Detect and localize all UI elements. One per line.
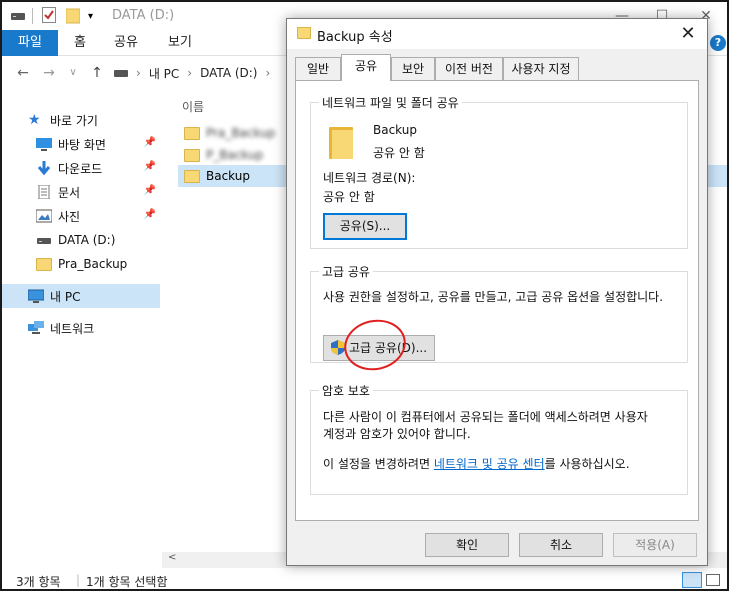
advanced-sharing-group-title: 고급 공유	[319, 263, 373, 280]
sidebar-item-pra-backup[interactable]: Pra_Backup	[2, 252, 160, 276]
document-icon	[36, 184, 52, 200]
tab-customize[interactable]: 사용자 지정	[503, 57, 579, 80]
folder-share-status: 공유 안 함	[373, 146, 425, 160]
tab-sharing[interactable]: 공유	[341, 54, 391, 81]
change-setting-text: 이 설정을 변경하려면 네트워크 및 공유 센터를 사용하십시오.	[323, 457, 630, 471]
file-name: Pra_Backup	[206, 126, 276, 140]
folder-icon	[36, 257, 52, 271]
customize-toolbar-icon[interactable]: ▾	[88, 7, 93, 25]
password-description-line2: 계정과 암호가 있어야 합니다.	[323, 427, 471, 441]
folder-icon	[184, 148, 200, 162]
file-name: Backup	[206, 169, 250, 183]
navigation-pane: ★ 바로 가기 바탕 화면 📌 다운로드 📌 문서 📌 사진 📌 DATA (D…	[2, 94, 160, 564]
ok-button[interactable]: 확인	[425, 533, 509, 557]
network-path-value: 공유 안 함	[323, 190, 375, 204]
tab-previous-versions[interactable]: 이전 버전	[435, 57, 503, 80]
sidebar-item-quick-access[interactable]: ★ 바로 가기	[2, 108, 160, 132]
properties-icon[interactable]	[42, 7, 56, 23]
details-view-icon[interactable]	[682, 572, 702, 588]
dialog-title: Backup 속성	[317, 30, 393, 45]
sidebar-item-documents[interactable]: 문서 📌	[2, 180, 160, 204]
breadcrumb-separator-icon: ›	[187, 66, 193, 80]
drive-icon	[36, 233, 52, 247]
new-folder-icon[interactable]	[66, 7, 80, 25]
password-description-line1: 다른 사람이 이 컴퓨터에서 공유되는 폴더에 액세스하려면 사용자	[323, 410, 648, 424]
tab-security[interactable]: 보안	[391, 57, 435, 80]
explorer-title: DATA (D:)	[112, 8, 175, 23]
uac-shield-icon	[330, 339, 345, 355]
drive-icon	[10, 7, 26, 25]
network-sharing-group-title: 네트워크 파일 및 폴더 공유	[319, 94, 462, 111]
toolbar-divider	[32, 8, 33, 24]
breadcrumb-drive[interactable]: DATA (D:)	[200, 66, 257, 80]
tab-share[interactable]: 공유	[114, 30, 138, 56]
sidebar-item-downloads[interactable]: 다운로드 📌	[2, 156, 160, 180]
properties-dialog: Backup 속성 ✕ 일반 공유 보안 이전 버전 사용자 지정 네트워크 파…	[286, 18, 708, 566]
tab-general[interactable]: 일반	[295, 57, 341, 80]
password-protection-group: 암호 보호 다른 사람이 이 컴퓨터에서 공유되는 폴더에 액세스하려면 사용자…	[310, 382, 688, 495]
folder-icon	[184, 126, 200, 140]
folder-icon	[297, 27, 311, 39]
large-icons-view-icon[interactable]	[706, 574, 720, 586]
star-icon: ★	[28, 112, 41, 128]
advanced-sharing-button[interactable]: 고급 공유(D)...	[323, 335, 435, 361]
pin-icon[interactable]: 📌	[144, 185, 156, 196]
close-icon[interactable]: ✕	[673, 21, 703, 47]
pin-icon[interactable]: 📌	[144, 161, 156, 172]
file-name: P_Backup	[206, 148, 264, 162]
pin-icon[interactable]: 📌	[144, 137, 156, 148]
tab-home[interactable]: 홈	[74, 30, 86, 56]
help-icon[interactable]: ?	[710, 35, 726, 51]
column-header-name[interactable]: 이름	[182, 98, 204, 115]
status-bar: 3개 항목 | 1개 항목 선택함	[2, 571, 727, 589]
advanced-sharing-button-label: 고급 공유(D)...	[348, 341, 428, 355]
drive-icon	[114, 69, 128, 77]
sidebar-item-desktop[interactable]: 바탕 화면 📌	[2, 132, 160, 156]
password-protection-group-title: 암호 보호	[319, 382, 373, 399]
network-path-label: 네트워크 경로(N):	[323, 171, 416, 185]
sidebar-item-data-drive[interactable]: DATA (D:)	[2, 228, 160, 252]
sidebar-item-pictures[interactable]: 사진 📌	[2, 204, 160, 228]
folder-name: Backup	[373, 123, 417, 137]
share-button[interactable]: 공유(S)...	[323, 213, 407, 240]
sidebar-item-network[interactable]: 네트워크	[2, 316, 160, 340]
back-icon[interactable]: ←	[14, 64, 32, 82]
network-sharing-center-link[interactable]: 네트워크 및 공유 센터	[434, 457, 545, 471]
pin-icon[interactable]: 📌	[144, 209, 156, 220]
cancel-button[interactable]: 취소	[519, 533, 603, 557]
folder-icon	[329, 127, 353, 159]
dialog-title-bar: Backup 속성 ✕	[287, 19, 707, 49]
desktop-icon	[36, 137, 52, 151]
download-icon	[36, 161, 52, 176]
folder-icon	[184, 169, 200, 183]
apply-button[interactable]: 적용(A)	[613, 533, 697, 557]
advanced-sharing-description: 사용 권한을 설정하고, 공유를 만들고, 고급 공유 옵션을 설정합니다.	[323, 290, 664, 304]
tab-view[interactable]: 보기	[168, 30, 192, 56]
network-sharing-group: 네트워크 파일 및 폴더 공유 Backup 공유 안 함 네트워크 경로(N)…	[310, 94, 688, 249]
tab-file[interactable]: 파일	[2, 30, 58, 56]
pictures-icon	[35, 209, 53, 223]
status-divider: |	[76, 573, 81, 587]
breadcrumb-this-pc[interactable]: 내 PC	[149, 65, 179, 82]
item-count: 3개 항목	[16, 575, 61, 589]
up-icon[interactable]: ↑	[88, 64, 106, 82]
breadcrumb-separator-icon: ›	[136, 66, 141, 80]
advanced-sharing-group: 고급 공유 사용 권한을 설정하고, 공유를 만들고, 고급 공유 옵션을 설정…	[310, 263, 688, 363]
forward-icon[interactable]: →	[40, 64, 58, 82]
network-icon	[28, 321, 44, 335]
computer-icon	[27, 289, 45, 303]
selection-count: 1개 항목 선택함	[86, 575, 168, 589]
window-frame: ▾ DATA (D:) — ☐ ✕ 파일 홈 공유 보기 ? ← → ∨ ↑ ›…	[0, 0, 729, 591]
sidebar-item-this-pc[interactable]: 내 PC	[2, 284, 160, 308]
recent-locations-icon[interactable]: ∨	[64, 64, 82, 82]
sharing-tab-panel: 네트워크 파일 및 폴더 공유 Backup 공유 안 함 네트워크 경로(N)…	[295, 80, 699, 521]
breadcrumb-separator-icon: ›	[265, 66, 271, 80]
address-path[interactable]: › 내 PC › DATA (D:) ›	[110, 61, 300, 85]
scroll-left-icon[interactable]: <	[168, 552, 176, 563]
